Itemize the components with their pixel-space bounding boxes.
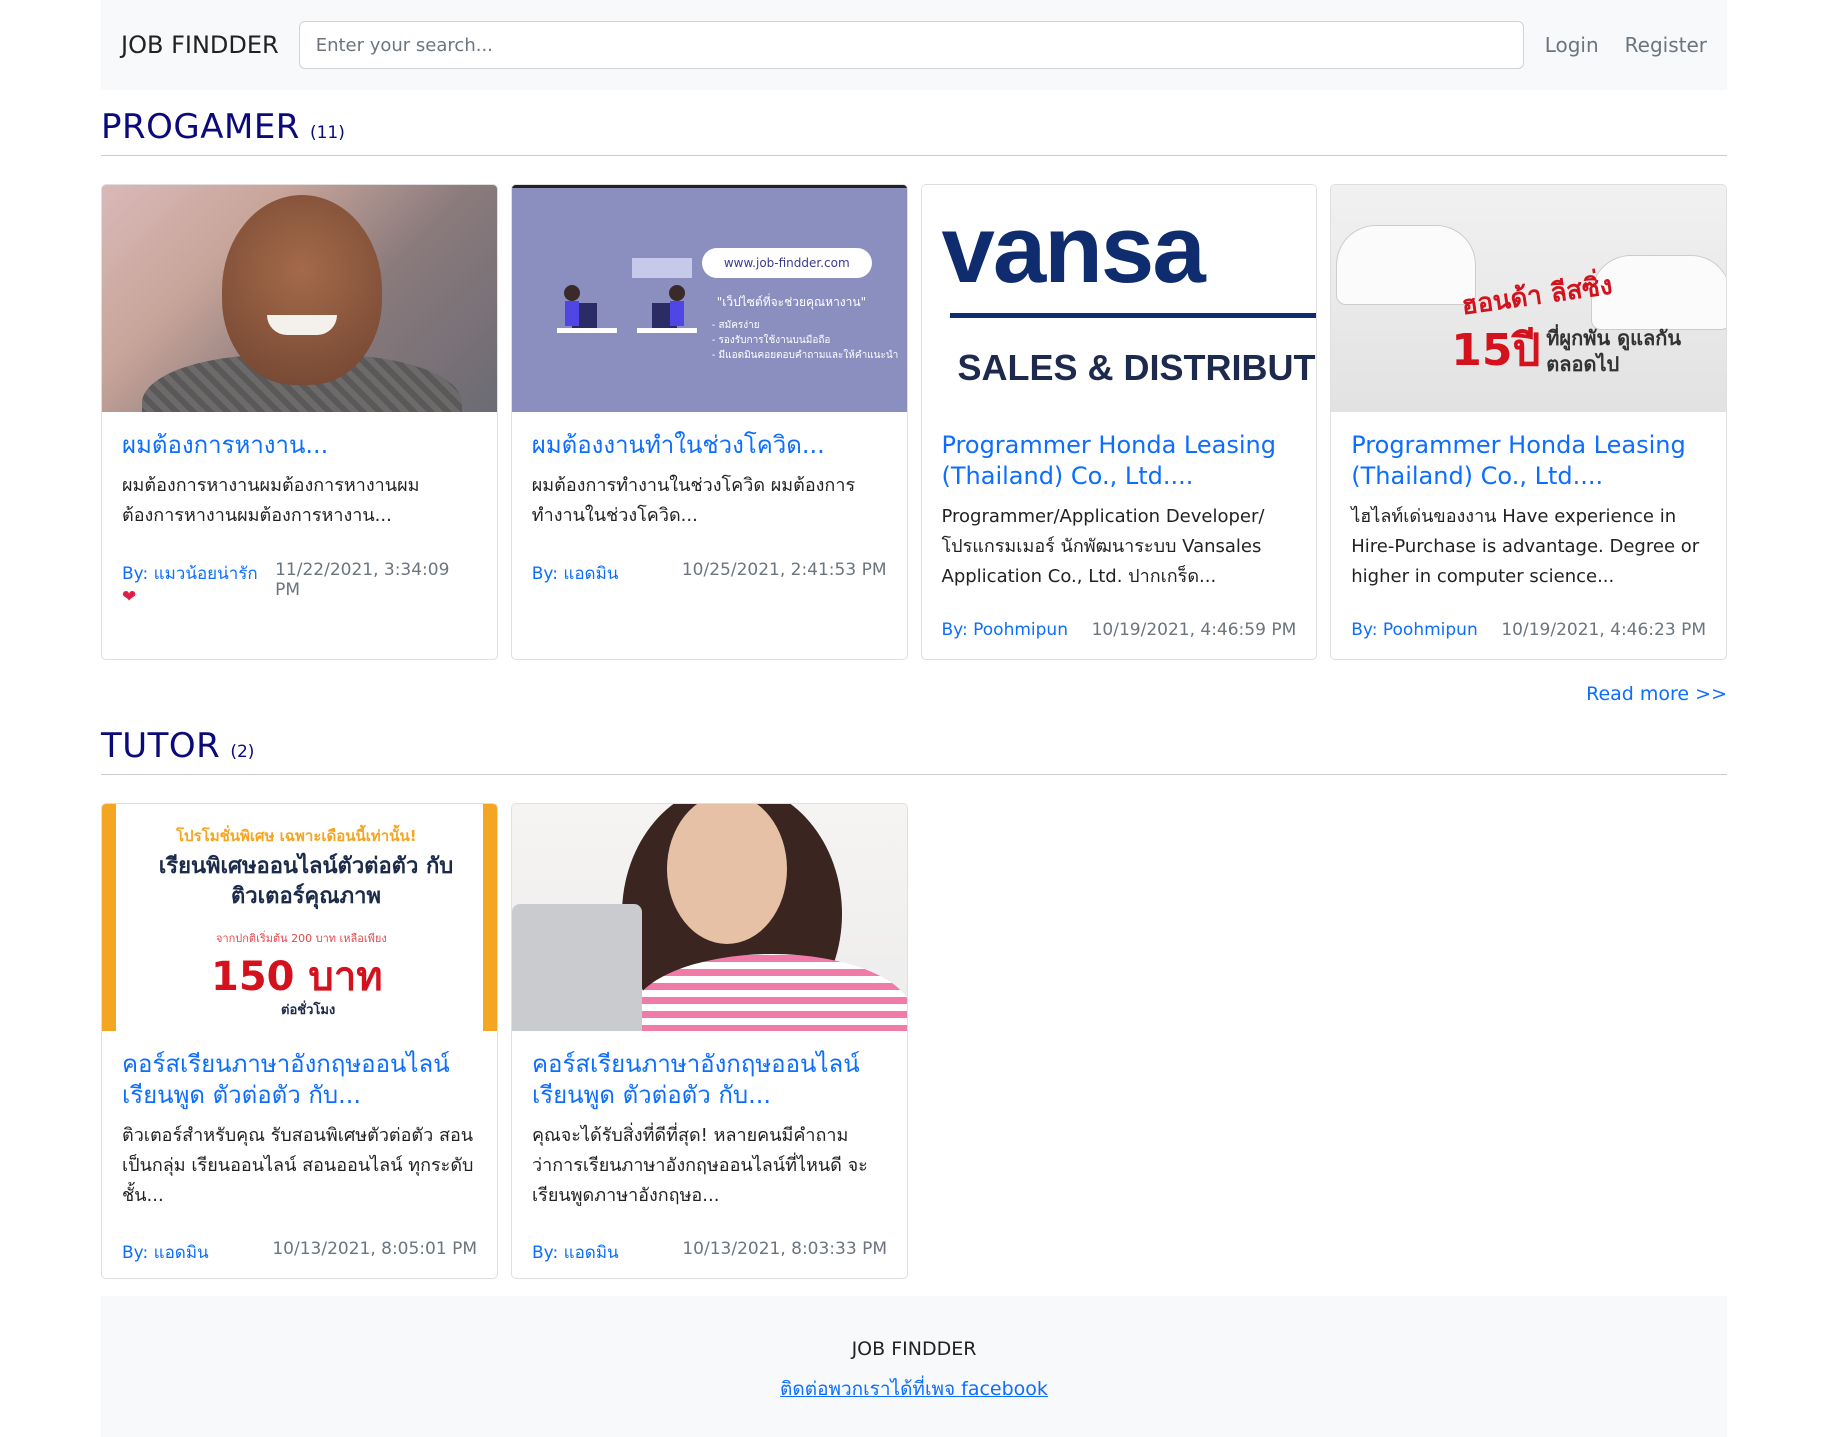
author-link[interactable]: แอดมิน: [563, 564, 618, 584]
card-title[interactable]: ผมต้องการหางาน...: [122, 430, 477, 461]
card-image[interactable]: ฮอนด้า ลีสซิ่ง 15ปี ที่ผูกพัน ดูแลกันตลอ…: [1331, 185, 1726, 412]
author-link[interactable]: Poohmipun: [1383, 620, 1478, 640]
card-meta: By: แอดมิน 10/13/2021, 8:03:33 PM: [532, 1239, 887, 1266]
navbar: JOB FINDDER Login Register: [101, 0, 1727, 90]
image-headline: เรียนพิเศษออนไลน์ตัวต่อตัว กับติวเตอร์คุ…: [158, 854, 454, 909]
image-promo-text: โปรโมชั่นพิเศษ เฉพาะเดือนนี้เท่านั้น!: [176, 827, 417, 845]
job-card[interactable]: คอร์สเรียนภาษาอังกฤษออนไลน์ เรียนพูด ตัว…: [511, 803, 908, 1279]
image-per-hour: ต่อชั่วโมง: [281, 1003, 336, 1018]
post-date: 10/25/2021, 2:41:53 PM: [681, 560, 887, 580]
card-description: ติวเตอร์สำหรับคุณ รับสอนพิเศษตัวต่อตัว ส…: [122, 1125, 474, 1206]
brand-logo[interactable]: JOB FINDDER: [121, 31, 279, 59]
post-date: 10/13/2021, 8:03:33 PM: [682, 1239, 887, 1259]
by-label: By:: [532, 1243, 559, 1263]
by-label: By:: [531, 564, 558, 584]
author-link[interactable]: แมวน้อยน่ารัก: [154, 564, 258, 584]
job-card[interactable]: ฮอนด้า ลีสซิ่ง 15ปี ที่ผูกพัน ดูแลกันตลอ…: [1330, 184, 1727, 660]
section-heading-tutor: TUTOR (2): [101, 725, 1727, 775]
nav-links: Login Register: [1545, 33, 1707, 57]
card-grid-tutor: โปรโมชั่นพิเศษ เฉพาะเดือนนี้เท่านั้น! เร…: [101, 803, 1727, 1279]
card-meta: By: Poohmipun 10/19/2021, 4:46:23 PM: [1351, 620, 1706, 640]
job-card[interactable]: ผมต้องการหางาน... ผมต้องการหางานผมต้องกา…: [101, 184, 498, 660]
author-link[interactable]: แอดมิน: [564, 1243, 619, 1263]
author-link[interactable]: Poohmipun: [973, 620, 1068, 640]
image-url-text: www.job-findder.com: [701, 248, 872, 278]
card-meta: By: แอดมิน 10/25/2021, 2:41:53 PM: [532, 560, 887, 587]
login-link[interactable]: Login: [1545, 33, 1599, 57]
card-title[interactable]: คอร์สเรียนภาษาอังกฤษออนไลน์ เรียนพูด ตัว…: [532, 1049, 887, 1111]
post-date: 10/19/2021, 4:46:59 PM: [1091, 620, 1297, 640]
heart-icon: ❤: [122, 587, 137, 607]
card-description: ไฮไลท์เด่นของงาน Have experience in Hire…: [1351, 506, 1700, 587]
card-image[interactable]: [512, 804, 907, 1031]
section-count: (11): [309, 123, 345, 143]
image-slogan-text: ที่ผูกพัน ดูแลกันตลอดไป: [1546, 326, 1681, 376]
search-input[interactable]: [298, 21, 1524, 69]
facebook-link[interactable]: ติดต่อพวกเราได้ที่เพจ facebook: [780, 1374, 1048, 1404]
section-title: TUTOR: [101, 726, 221, 766]
image-tagline: "เว็ปไซต์ที่จะช่วยคุณหางาน": [716, 295, 867, 309]
card-description: ผมต้องการหางานผมต้องการหางานผมต้องการหาง…: [122, 475, 420, 526]
image-years-text: 15ปี: [1451, 325, 1541, 376]
post-date: 11/22/2021, 3:34:09 PM: [275, 560, 450, 600]
card-meta: By: แอดมิน 10/13/2021, 8:05:01 PM: [122, 1239, 477, 1266]
read-more-link[interactable]: Read more >>: [1586, 683, 1727, 705]
card-image[interactable]: โปรโมชั่นพิเศษ เฉพาะเดือนนี้เท่านั้น! เร…: [102, 804, 497, 1031]
post-date: 10/13/2021, 8:05:01 PM: [272, 1239, 477, 1259]
card-title[interactable]: คอร์สเรียนภาษาอังกฤษออนไลน์ เรียนพูด ตัว…: [122, 1049, 477, 1111]
card-image[interactable]: [102, 185, 497, 412]
section-count: (2): [230, 742, 255, 762]
footer: JOB FINDDER ติดต่อพวกเราได้ที่เพจ facebo…: [101, 1296, 1727, 1437]
card-meta: By: แมวน้อยน่ารัก ❤ 11/22/2021, 3:34:09 …: [122, 560, 477, 607]
image-bullets: - สมัครง่าย - รองรับการใช้งานบนมือถือ - …: [711, 320, 899, 361]
job-card[interactable]: vansa SALES & DISTRIBUTI Programmer Hond…: [920, 184, 1318, 660]
card-grid-progamer: ผมต้องการหางาน... ผมต้องการหางานผมต้องกา…: [101, 184, 1727, 660]
job-card[interactable]: www.job-findder.com "เว็ปไซต์ที่จะช่วยคุ…: [510, 184, 908, 660]
card-title[interactable]: Programmer Honda Leasing (Thailand) Co.,…: [942, 430, 1297, 492]
card-image[interactable]: vansa SALES & DISTRIBUTI: [921, 185, 1317, 412]
job-card[interactable]: โปรโมชั่นพิเศษ เฉพาะเดือนนี้เท่านั้น! เร…: [101, 803, 498, 1279]
image-subtitle: SALES & DISTRIBUTI: [957, 347, 1317, 388]
register-link[interactable]: Register: [1625, 33, 1707, 57]
card-image[interactable]: www.job-findder.com "เว็ปไซต์ที่จะช่วยคุ…: [511, 185, 907, 412]
card-title[interactable]: ผมต้องงานทำในช่วงโควิด...: [532, 430, 887, 461]
card-description: ผมต้องการทำงานในช่วงโควิด ผมต้องการทำงาน…: [531, 475, 856, 526]
author-link[interactable]: แอดมิน: [154, 1243, 209, 1263]
card-meta: By: Poohmipun 10/19/2021, 4:46:59 PM: [942, 620, 1297, 640]
card-description: คุณจะได้รับสิ่งที่ดีที่สุด! หลายคนมีคำถา…: [532, 1125, 868, 1206]
card-title[interactable]: Programmer Honda Leasing (Thailand) Co.,…: [1351, 430, 1706, 492]
section-title: PROGAMER: [101, 107, 300, 147]
workers-illustration-icon: [556, 258, 697, 333]
by-label: By:: [1351, 620, 1378, 640]
image-logo-text: vansa: [941, 196, 1206, 303]
section-heading-progamer: PROGAMER (11): [101, 106, 1727, 156]
by-label: By:: [122, 1243, 149, 1263]
footer-brand: JOB FINDDER: [851, 1338, 977, 1360]
by-label: By:: [941, 620, 968, 640]
by-label: By:: [122, 564, 149, 584]
card-description: Programmer/Application Developer/ โปรแกร…: [941, 506, 1265, 587]
post-date: 10/19/2021, 4:46:23 PM: [1501, 620, 1706, 640]
